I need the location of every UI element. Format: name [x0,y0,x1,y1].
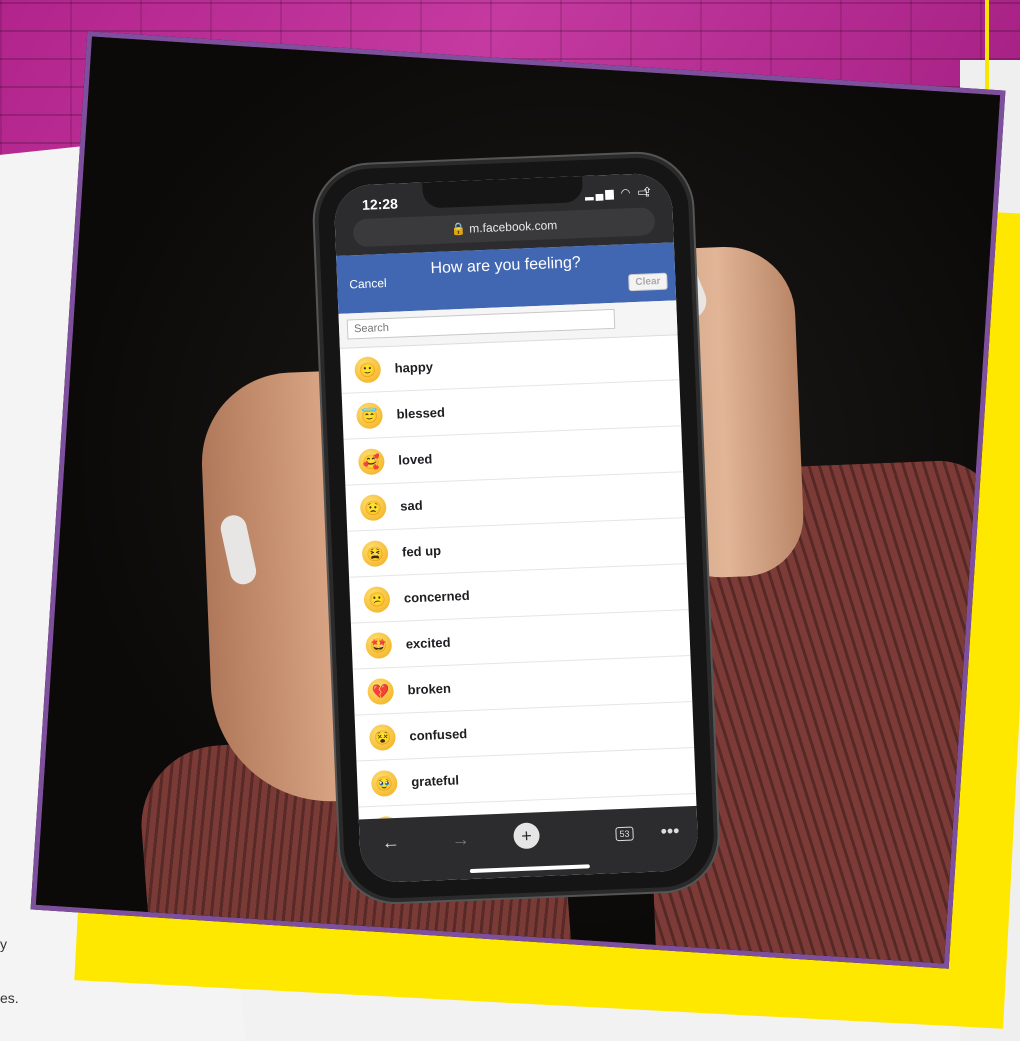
clear-button[interactable]: Clear [628,272,668,292]
feeling-label: broken [407,680,452,698]
signal-wifi-battery-icon: ▂▄▆ ◠ ▭ [584,186,651,201]
address-text: m.facebook.com [468,218,558,236]
back-arrow-icon[interactable]: ← [381,832,400,854]
feeling-label: grateful [410,772,460,790]
more-menu-icon[interactable]: ••• [660,821,680,843]
feeling-label: excited [405,634,451,652]
phone-screen: 12:28 ▂▄▆ ◠ ▭ 🔒 m.facebook.com ⇪ Cancel … [333,172,700,884]
happy-face-icon: 🙂 [354,355,382,383]
clock: 12:28 [361,195,399,213]
home-indicator [469,864,590,874]
halo-face-icon: 😇 [356,401,384,429]
confused-face-icon: 😵 [368,723,396,751]
feeling-label: blessed [396,404,446,422]
concerned-face-icon: 😕 [363,585,391,613]
article-text-fragment: es. [0,990,19,1006]
new-tab-plus-icon[interactable]: + [513,822,541,850]
feeling-label: concerned [403,587,470,606]
tired-face-icon: 😫 [361,539,389,567]
fingernail [218,512,259,587]
feeling-label: confused [409,726,468,744]
broken-face-icon: 💔 [367,677,395,705]
article-text-fragment: y [0,936,7,952]
feeling-label: sad [399,497,423,514]
page-title: How are you feeling? [430,254,582,278]
photo-card: 12:28 ▂▄▆ ◠ ▭ 🔒 m.facebook.com ⇪ Cancel … [30,31,1006,969]
feeling-label: fed up [401,542,442,560]
feelings-list: 🙂 happy 😇 blessed 🥰 loved 😟 sad 😫 fed up 😕 con… [339,334,697,820]
share-icon[interactable]: ⇪ [642,184,657,199]
smartphone: 12:28 ▂▄▆ ◠ ▭ 🔒 m.facebook.com ⇪ Cancel … [316,155,716,901]
feeling-label: loved [398,451,433,468]
scene: y es. 12:28 ▂▄▆ ◠ ▭ 🔒 m.facebook.com ⇪ C… [0,0,1020,1041]
hearts-face-icon: 🥰 [357,447,385,475]
forward-arrow-icon[interactable]: → [451,829,470,851]
lock-icon: 🔒 [450,221,467,237]
address-bar[interactable]: 🔒 m.facebook.com [352,207,656,248]
grateful-face-icon: 🥹 [370,769,398,797]
tabs-count-button[interactable]: 53 [615,826,634,842]
browser-toolbar: ← → + 53 ••• [358,805,700,884]
sad-face-icon: 😟 [359,493,387,521]
feeling-label: happy [394,359,434,376]
search-input[interactable] [346,308,616,340]
star-eyes-face-icon: 🤩 [365,631,393,659]
